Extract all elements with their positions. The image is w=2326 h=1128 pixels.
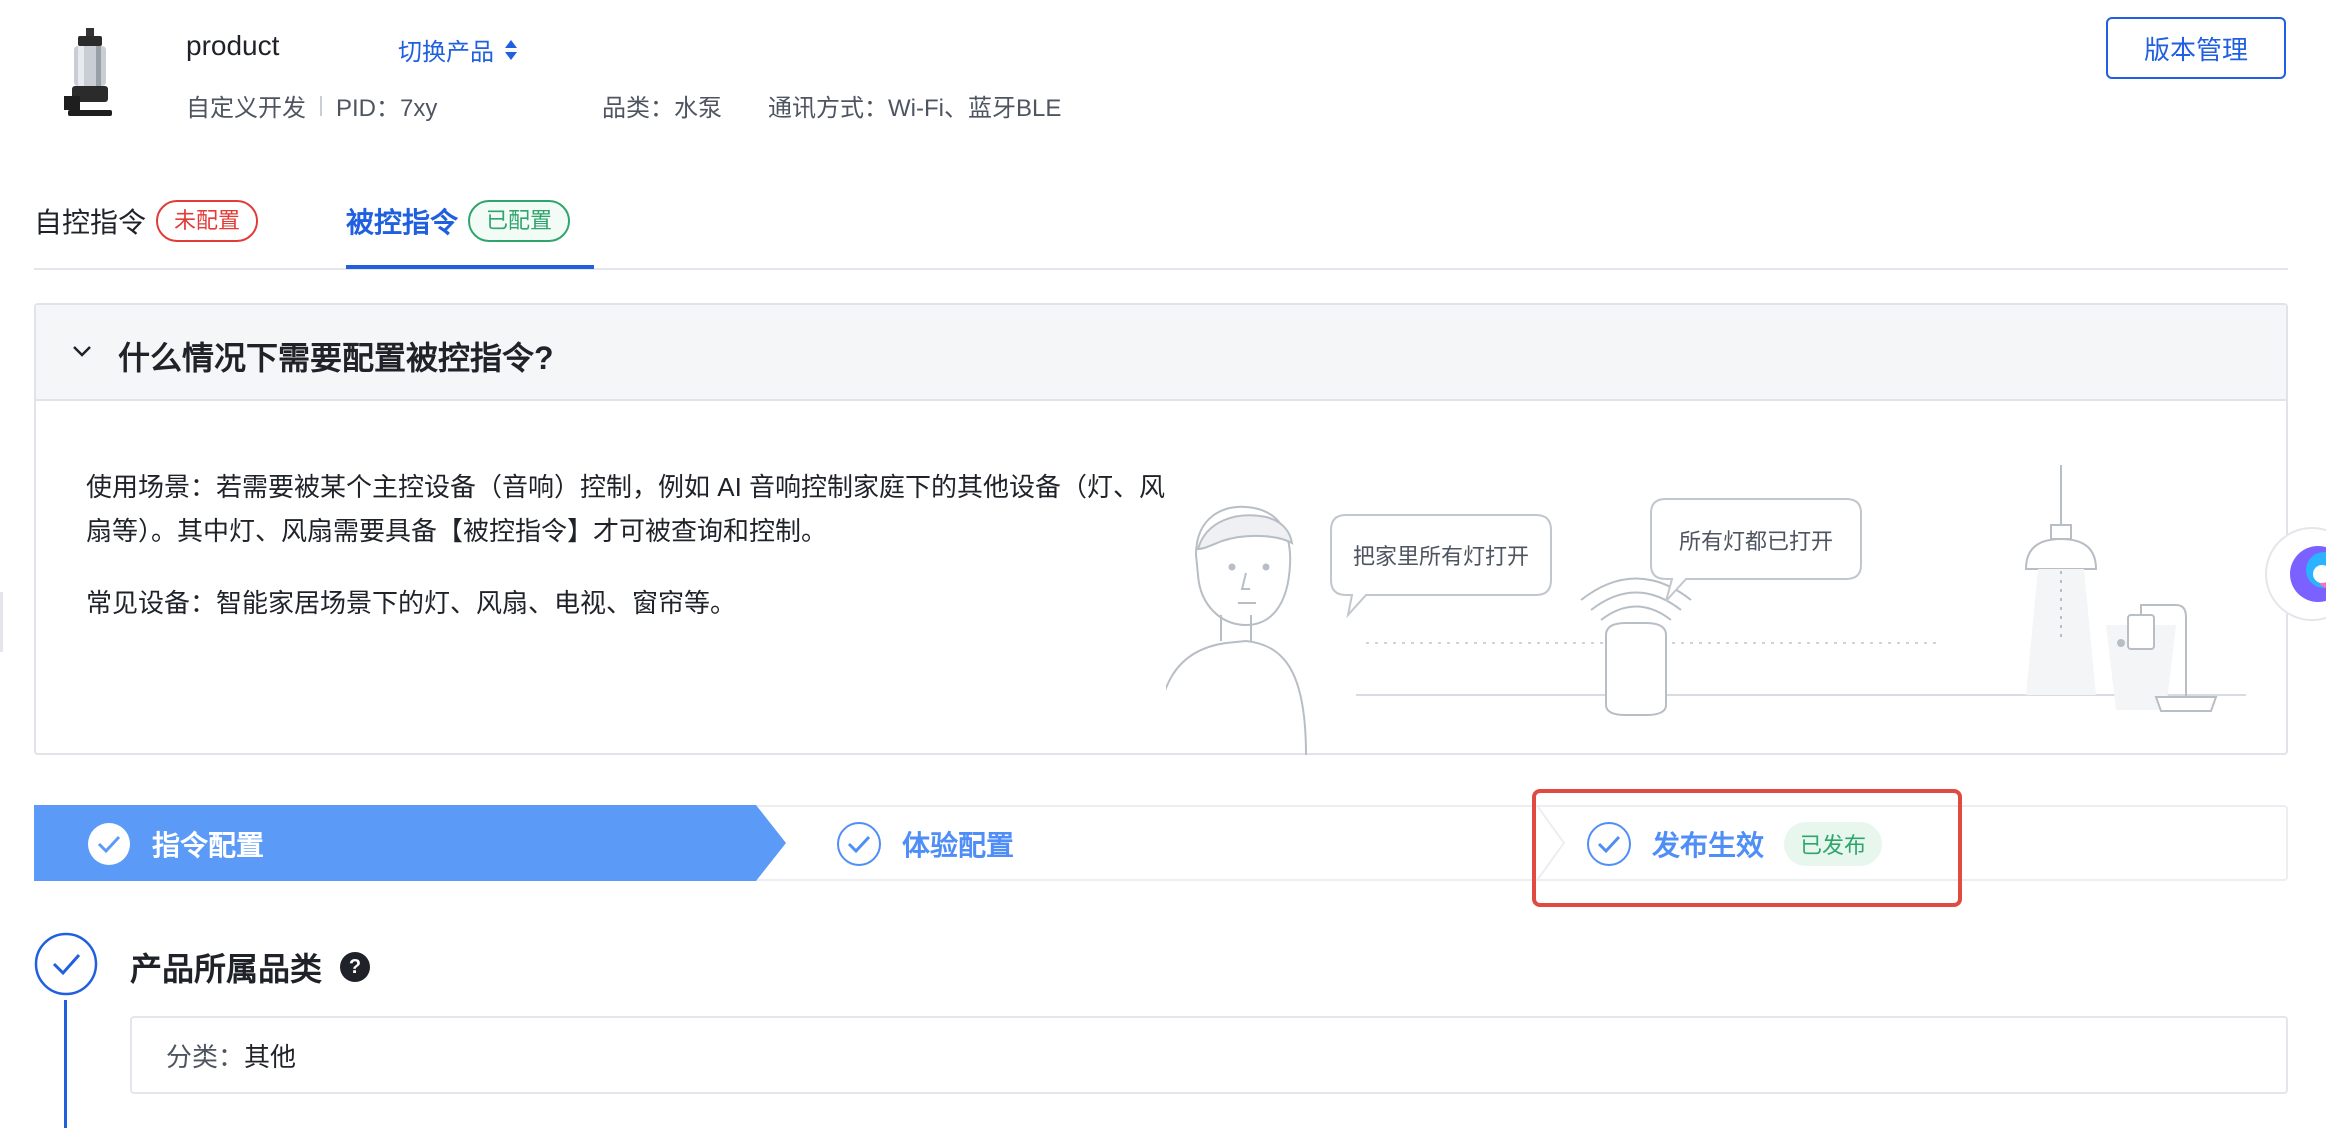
product-thumbnail	[64, 28, 112, 116]
section-check-icon	[34, 932, 98, 996]
meta-divider	[320, 95, 322, 116]
step-command-config[interactable]: 指令配置	[86, 821, 264, 867]
usage-scenario-text: 使用场景：若需要被某个主控设备（音响）控制，例如 AI 音响控制家庭下的其他设备…	[86, 472, 1166, 546]
tab-self-control[interactable]: 自控指令 未配置	[34, 200, 259, 242]
status-badge: 未配置	[156, 200, 259, 242]
svg-text:所有灯都已打开: 所有灯都已打开	[1679, 529, 1833, 554]
highlight-annotation-box	[1532, 789, 1962, 907]
check-circle-icon	[837, 822, 881, 866]
left-edge-marker	[0, 592, 3, 652]
status-badge: 已配置	[468, 200, 571, 242]
person-figure	[1166, 505, 1307, 755]
step-label: 体验配置	[902, 830, 1015, 861]
category-value: 其他	[244, 1041, 297, 1072]
check-circle-icon	[88, 823, 130, 865]
assistant-float-icon[interactable]	[2262, 524, 2326, 624]
tab-controlled[interactable]: 被控指令 已配置	[346, 200, 571, 242]
active-tab-indicator	[346, 265, 594, 269]
panel-description: 使用场景：若需要被某个主控设备（音响）控制，例如 AI 音响控制家庭下的其他设备…	[86, 465, 1166, 653]
product-name: product	[186, 30, 280, 61]
tab-label: 自控指令	[34, 207, 147, 238]
step-label: 指令配置	[152, 830, 265, 861]
section-title: 产品所属品类 ?	[130, 944, 371, 990]
product-protocol: 通讯方式：Wi-Fi、蓝牙BLE	[768, 95, 1062, 122]
category-label: 分类：	[166, 1041, 245, 1072]
switch-product-link[interactable]: 切换产品	[398, 32, 518, 67]
sort-caret-icon	[505, 39, 517, 60]
speech-bubble-left: 把家里所有灯打开	[1330, 514, 1552, 619]
info-collapse-panel: 什么情况下需要配置被控指令? 使用场景：若需要被某个主控设备（音响）控制，例如 …	[34, 303, 2288, 755]
collapse-header[interactable]: 什么情况下需要配置被控指令?	[36, 305, 2286, 401]
product-meta: 自定义开发 PID：7xy 品类：水泵 通讯方式：Wi-Fi、蓝牙BLE	[186, 88, 1061, 123]
product-pid: PID：7xy	[336, 95, 438, 122]
smart-home-illustration: 把家里所有灯打开 所有灯都已打开	[1166, 465, 2246, 755]
switch-product-label: 切换产品	[398, 39, 494, 66]
ceiling-lamp	[2024, 465, 2098, 695]
help-icon[interactable]: ?	[340, 952, 371, 982]
product-category: 品类：水泵	[602, 95, 722, 122]
dev-type: 自定义开发	[186, 95, 306, 122]
common-devices-text: 常见设备：智能家居场景下的灯、风扇、电视、窗帘等。	[86, 588, 737, 618]
step-experience-config[interactable]: 体验配置	[836, 821, 1014, 867]
section-timeline-line	[64, 1000, 67, 1128]
category-field: 分类： 其他	[130, 1016, 2288, 1094]
svg-text:把家里所有灯打开: 把家里所有灯打开	[1353, 544, 1529, 569]
chevron-down-icon	[73, 346, 91, 357]
tab-label: 被控指令	[346, 207, 459, 238]
speech-bubble-right: 所有灯都已打开	[1650, 498, 1862, 602]
version-management-button[interactable]: 版本管理	[2106, 17, 2286, 79]
collapse-title: 什么情况下需要配置被控指令?	[118, 340, 554, 376]
